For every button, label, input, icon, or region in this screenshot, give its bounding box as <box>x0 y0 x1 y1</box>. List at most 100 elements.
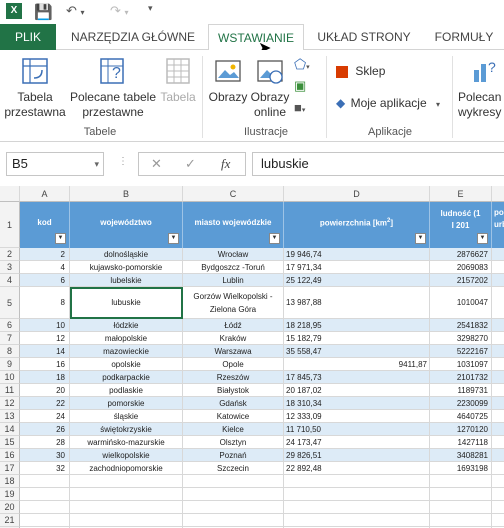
online-pictures-button[interactable]: Obrazy online <box>248 56 292 120</box>
cell-extra[interactable] <box>492 384 504 397</box>
cell-kod[interactable]: 8 <box>20 287 70 319</box>
row-header[interactable]: 17 <box>0 462 20 475</box>
empty-cell[interactable] <box>20 488 70 501</box>
cell-miasto[interactable]: Opole <box>183 358 284 371</box>
cell-extra[interactable] <box>492 261 504 274</box>
cell-ludnosc[interactable]: 2069083 <box>430 261 492 274</box>
row-header[interactable]: 4 <box>0 274 20 287</box>
screenshot-icon[interactable]: ■▾ <box>294 100 305 115</box>
empty-cell[interactable] <box>20 475 70 488</box>
formula-bar-grip-icon[interactable]: ⋮ <box>118 156 128 167</box>
tab-page-layout[interactable]: UKŁAD STRONY <box>312 24 416 50</box>
cell-wojewodztwo[interactable]: podlaskie <box>70 384 183 397</box>
cell-extra[interactable] <box>492 449 504 462</box>
cell-ludnosc[interactable]: 5222167 <box>430 345 492 358</box>
empty-cell[interactable] <box>284 488 430 501</box>
cell-ludnosc[interactable]: 2876627 <box>430 248 492 261</box>
cell-powierzchnia[interactable]: 18 310,34 <box>284 397 430 410</box>
cell-ludnosc[interactable]: 2541832 <box>430 319 492 332</box>
cell-miasto[interactable]: Olsztyn <box>183 436 284 449</box>
column-header-d[interactable]: D <box>284 186 430 202</box>
column-header-f[interactable] <box>492 186 504 202</box>
cell-powierzchnia[interactable]: 15 182,79 <box>284 332 430 345</box>
empty-cell[interactable] <box>492 501 504 514</box>
formula-input[interactable]: lubuskie <box>252 152 504 176</box>
row-header[interactable]: 14 <box>0 423 20 436</box>
row-header[interactable]: 7 <box>0 332 20 345</box>
cell-powierzchnia[interactable]: 9411,87 <box>284 358 430 371</box>
cell-kod[interactable]: 28 <box>20 436 70 449</box>
column-header-c[interactable]: C <box>183 186 284 202</box>
cell-kod[interactable]: 6 <box>20 274 70 287</box>
row-header[interactable]: 18 <box>0 475 20 488</box>
insert-function-icon[interactable]: fx <box>221 153 230 175</box>
cell-wojewodztwo[interactable]: łódzkie <box>70 319 183 332</box>
cell-miasto[interactable]: Bydgoszcz -Toruń <box>183 261 284 274</box>
cell-kod[interactable]: 4 <box>20 261 70 274</box>
empty-cell[interactable] <box>284 514 430 527</box>
cell-ludnosc[interactable]: 4640725 <box>430 410 492 423</box>
smartart-icon[interactable]: ▣ <box>294 78 306 94</box>
row-header[interactable]: 15 <box>0 436 20 449</box>
cell-miasto[interactable]: Wrocław <box>183 248 284 261</box>
cell-miasto[interactable]: Lublin <box>183 274 284 287</box>
cell-extra[interactable] <box>492 319 504 332</box>
cell-powierzchnia[interactable]: 18 218,95 <box>284 319 430 332</box>
cell-extra[interactable] <box>492 345 504 358</box>
cell-extra[interactable] <box>492 410 504 423</box>
chevron-down-icon[interactable]: ▾ <box>94 153 99 175</box>
row-header[interactable]: 3 <box>0 261 20 274</box>
cell-kod[interactable]: 10 <box>20 319 70 332</box>
cell-miasto[interactable]: Gdańsk <box>183 397 284 410</box>
filter-dropdown-button[interactable]: ▼ <box>269 233 280 244</box>
cell-extra[interactable] <box>492 332 504 345</box>
cell-extra[interactable] <box>492 248 504 261</box>
empty-cell[interactable] <box>183 514 284 527</box>
empty-cell[interactable] <box>70 475 183 488</box>
cell-powierzchnia[interactable]: 35 558,47 <box>284 345 430 358</box>
cell-ludnosc[interactable]: 1189731 <box>430 384 492 397</box>
cell-kod[interactable]: 30 <box>20 449 70 462</box>
cell-kod[interactable]: 16 <box>20 358 70 371</box>
row-header[interactable]: 13 <box>0 410 20 423</box>
row-header[interactable]: 11 <box>0 384 20 397</box>
row-header[interactable]: 5 <box>0 287 20 319</box>
cell-powierzchnia[interactable]: 20 187,02 <box>284 384 430 397</box>
cell-powierzchnia[interactable]: 13 987,88 <box>284 287 430 319</box>
recommended-charts-button[interactable]: ? Polecan wykresy <box>458 56 504 120</box>
select-all-corner[interactable] <box>0 186 20 202</box>
cell-kod[interactable]: 20 <box>20 384 70 397</box>
row-header[interactable]: 8 <box>0 345 20 358</box>
cell-kod[interactable]: 12 <box>20 332 70 345</box>
empty-cell[interactable] <box>70 501 183 514</box>
customize-qat-icon[interactable]: ▾ <box>148 3 153 14</box>
filter-dropdown-button[interactable]: ▼ <box>55 233 66 244</box>
cell-ludnosc[interactable]: 2230099 <box>430 397 492 410</box>
cell-miasto[interactable]: Gorzów Wielkopolski - Zielona Góra <box>183 287 284 319</box>
cell-powierzchnia[interactable]: 25 122,49 <box>284 274 430 287</box>
cell-kod[interactable]: 14 <box>20 345 70 358</box>
row-header[interactable]: 6 <box>0 319 20 332</box>
cell-ludnosc[interactable]: 3298270 <box>430 332 492 345</box>
cell-powierzchnia[interactable]: 11 710,50 <box>284 423 430 436</box>
cell-miasto[interactable]: Warszawa <box>183 345 284 358</box>
cell-kod[interactable]: 2 <box>20 248 70 261</box>
redo-icon[interactable]: ↷ ▾ <box>110 3 129 19</box>
empty-cell[interactable] <box>430 488 492 501</box>
cell-ludnosc[interactable]: 1427118 <box>430 436 492 449</box>
empty-cell[interactable] <box>70 514 183 527</box>
cell-powierzchnia[interactable]: 17 845,73 <box>284 371 430 384</box>
cell-wojewodztwo[interactable]: dolnośląskie <box>70 248 183 261</box>
filter-dropdown-button[interactable]: ▼ <box>477 233 488 244</box>
tab-file[interactable]: PLIK <box>0 24 56 50</box>
cell-kod[interactable]: 32 <box>20 462 70 475</box>
cell-extra[interactable] <box>492 371 504 384</box>
cell-extra[interactable] <box>492 287 504 319</box>
undo-icon[interactable]: ↶ ▾ <box>66 3 85 19</box>
tab-insert[interactable]: WSTAWIANIE <box>208 24 304 51</box>
cell-extra[interactable] <box>492 436 504 449</box>
cell-powierzchnia[interactable]: 12 333,09 <box>284 410 430 423</box>
cell-miasto[interactable]: Rzeszów <box>183 371 284 384</box>
pivot-table-button[interactable]: Tabela przestawna <box>2 56 68 120</box>
empty-cell[interactable] <box>430 501 492 514</box>
